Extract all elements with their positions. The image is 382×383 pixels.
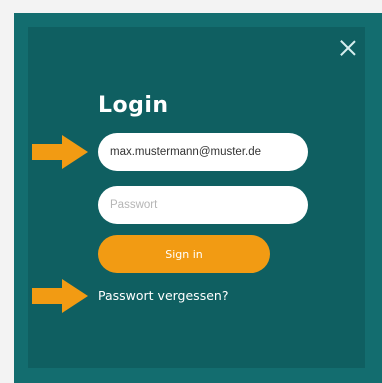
login-title: Login — [98, 93, 169, 118]
arrow-right-icon — [32, 279, 88, 313]
email-field[interactable]: max.mustermann@muster.de — [98, 133, 308, 171]
forgot-password-link[interactable]: Passwort vergessen? — [98, 288, 228, 303]
password-field-placeholder: Passwort — [110, 199, 158, 211]
close-icon[interactable] — [340, 40, 356, 56]
arrow-right-icon — [32, 135, 88, 169]
email-field-value: max.mustermann@muster.de — [110, 146, 262, 158]
password-field[interactable]: Passwort — [98, 186, 308, 224]
sign-in-button[interactable]: Sign in — [98, 235, 270, 273]
sign-in-label: Sign in — [165, 247, 203, 261]
